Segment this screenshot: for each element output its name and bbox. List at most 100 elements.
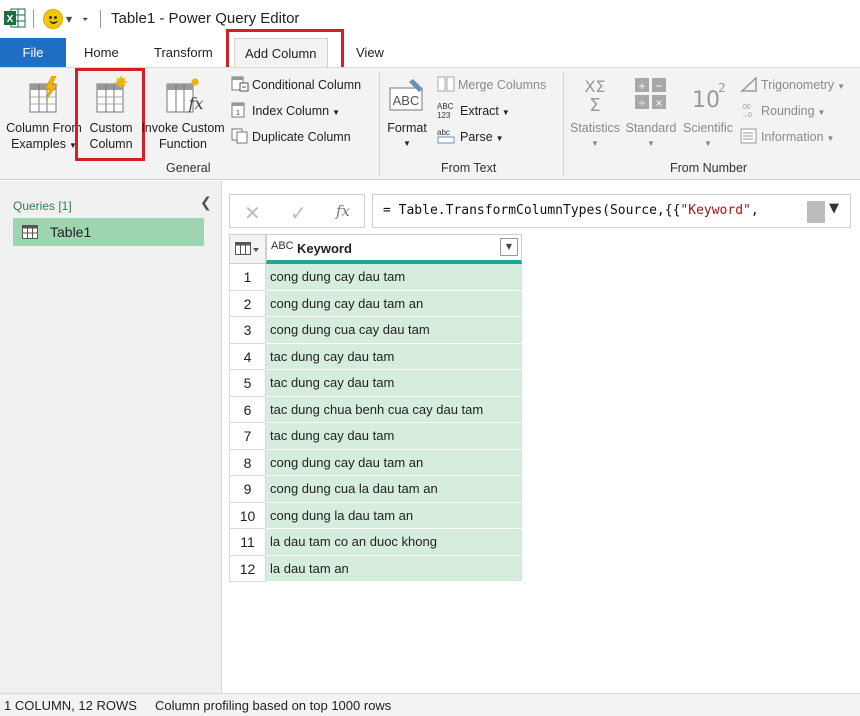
- ribbon-divider: [563, 72, 564, 176]
- rounding-button[interactable]: .00 →0 Rounding ▼: [740, 101, 825, 121]
- tab-file[interactable]: File: [0, 38, 66, 67]
- format-button[interactable]: ABC Format ▼: [384, 76, 430, 152]
- keyword-cell[interactable]: la dau tam co an duoc khong: [266, 529, 522, 556]
- duplicate-column-button[interactable]: Duplicate Column: [231, 127, 351, 147]
- tab-view[interactable]: View: [356, 38, 384, 67]
- keyword-cell[interactable]: cong dung cay dau tam an: [266, 290, 522, 317]
- column-from-examples-button[interactable]: Column From Examples ▼: [4, 75, 84, 154]
- group-label-from-number: From Number: [670, 161, 748, 175]
- parse-label: Parse: [460, 130, 493, 144]
- invoke-custom-function-button[interactable]: fx Invoke Custom Function: [140, 76, 226, 152]
- keyword-cell[interactable]: tac dung chua benh cua cay dau tam: [266, 396, 522, 423]
- tab-home[interactable]: Home: [84, 38, 119, 67]
- keyword-cell[interactable]: cong dung cay dau tam: [266, 264, 522, 291]
- chevron-down-icon: ▼: [332, 108, 341, 117]
- table-row: 8 cong dung cay dau tam an: [229, 449, 522, 476]
- row-number[interactable]: 4: [229, 343, 266, 370]
- formula-code: = Table.TransformColumnTypes(Source,{{: [383, 203, 681, 218]
- statistics-button[interactable]: XΣ Σ Statistics ▼: [568, 76, 622, 152]
- chevron-down-icon[interactable]: ▼: [829, 201, 839, 216]
- keyword-cell[interactable]: cong dung cua cay dau tam: [266, 317, 522, 344]
- collapse-pane-icon[interactable]: ❮: [200, 195, 212, 211]
- keyword-cell[interactable]: tac dung cay dau tam: [266, 423, 522, 450]
- keyword-cell[interactable]: la dau tam an: [266, 555, 522, 582]
- row-number[interactable]: 6: [229, 396, 266, 423]
- keyword-cell[interactable]: cong dung cay dau tam an: [266, 449, 522, 476]
- query-item-table1[interactable]: Table1: [13, 218, 204, 246]
- chevron-down-icon: ▼: [495, 134, 504, 143]
- index-column-icon: 1: [231, 102, 245, 118]
- scientific-label: Scientific: [682, 121, 734, 135]
- duplicate-column-label: Duplicate Column: [252, 130, 351, 144]
- commit-formula-icon[interactable]: ✓: [290, 201, 307, 225]
- standard-label: Standard: [625, 121, 677, 135]
- cancel-formula-icon[interactable]: ✕: [244, 201, 261, 225]
- formula-scrollbar[interactable]: [807, 201, 825, 223]
- column-header-keyword[interactable]: ABC Keyword ▼: [266, 234, 522, 264]
- table-row: 12 la dau tam an: [229, 555, 522, 582]
- keyword-cell[interactable]: tac dung cay dau tam: [266, 343, 522, 370]
- group-label-from-text: From Text: [441, 161, 497, 175]
- invoke-custom-function-label-1: Invoke Custom: [141, 121, 225, 135]
- row-number[interactable]: 11: [229, 529, 266, 556]
- column-header-label: Keyword: [297, 241, 352, 256]
- scientific-button[interactable]: 10 2 Scientific ▼: [680, 76, 736, 152]
- column-from-examples-label-1: Column From: [6, 121, 82, 135]
- keyword-cell[interactable]: tac dung cay dau tam: [266, 370, 522, 397]
- formula-text[interactable]: = Table.TransformColumnTypes(Source,{{"K…: [383, 203, 759, 218]
- row-number[interactable]: 8: [229, 449, 266, 476]
- conditional-column-label: Conditional Column: [252, 78, 362, 92]
- conditional-column-icon: [231, 76, 249, 92]
- invoke-custom-function-label-2: Function: [159, 137, 207, 151]
- table-row: 9 cong dung cua la dau tam an: [229, 476, 522, 503]
- index-column-button[interactable]: 1 Index Column ▼: [231, 101, 340, 121]
- keyword-cell[interactable]: cong dung la dau tam an: [266, 502, 522, 529]
- query-item-label: Table1: [50, 224, 92, 240]
- formula-bar[interactable]: = Table.TransformColumnTypes(Source,{{"K…: [372, 194, 851, 228]
- status-bar: 1 COLUMN, 12 ROWS Column profiling based…: [0, 693, 860, 716]
- extract-button[interactable]: ABC 123 Extract ▼: [437, 101, 510, 121]
- trigonometry-button[interactable]: Trigonometry ▼: [740, 75, 845, 95]
- svg-text:−: −: [655, 79, 662, 93]
- filter-dropdown-icon[interactable]: ▼: [500, 238, 518, 256]
- status-profiling[interactable]: Column profiling based on top 1000 rows: [155, 698, 391, 713]
- row-number[interactable]: 12: [229, 555, 266, 582]
- ribbon: Column From Examples ▼ Custom Column fx …: [0, 67, 860, 180]
- title-separator-2: [100, 10, 101, 28]
- feedback-dropdown-icon[interactable]: ▼: [66, 15, 72, 24]
- svg-text:1: 1: [236, 110, 240, 117]
- format-label: Format: [387, 121, 427, 135]
- parse-button[interactable]: abc Parse ▼: [437, 127, 504, 147]
- merge-columns-button[interactable]: Merge Columns: [437, 75, 546, 95]
- conditional-column-button[interactable]: Conditional Column: [231, 75, 361, 95]
- row-number[interactable]: 9: [229, 476, 266, 503]
- chevron-down-icon: ▼: [501, 108, 510, 117]
- information-button[interactable]: Information ▼: [740, 127, 834, 147]
- standard-icon: + − ÷ ×: [635, 78, 666, 110]
- quick-access-customize-icon[interactable]: ⏷: [82, 15, 88, 25]
- column-type-icon[interactable]: ABC: [271, 240, 294, 252]
- ribbon-divider: [379, 72, 380, 176]
- fx-icon[interactable]: fx: [336, 202, 350, 220]
- row-number[interactable]: 1: [229, 264, 266, 291]
- rounding-icon: .00 →0: [741, 104, 752, 119]
- row-number[interactable]: 10: [229, 502, 266, 529]
- keyword-cell[interactable]: cong dung cua la dau tam an: [266, 476, 522, 503]
- svg-text:Σ: Σ: [589, 95, 600, 114]
- row-number[interactable]: 3: [229, 317, 266, 344]
- svg-text:2: 2: [718, 81, 726, 95]
- svg-text:÷: ÷: [639, 96, 646, 110]
- feedback-smiley-icon[interactable]: [43, 9, 63, 29]
- table-menu-button[interactable]: [229, 234, 266, 264]
- svg-text:→0: →0: [741, 112, 752, 118]
- row-number[interactable]: 7: [229, 423, 266, 450]
- row-number[interactable]: 5: [229, 370, 266, 397]
- standard-button[interactable]: + − ÷ × Standard ▼: [624, 76, 678, 152]
- ribbon-tabs: File Home Transform Add Column View: [0, 38, 860, 67]
- row-number[interactable]: 2: [229, 290, 266, 317]
- tab-transform[interactable]: Transform: [154, 38, 213, 67]
- window-title: Table1 - Power Query Editor: [111, 10, 300, 27]
- information-icon: [740, 128, 757, 144]
- queries-header: Queries [1]: [13, 199, 72, 213]
- chevron-down-icon: ▼: [704, 139, 712, 148]
